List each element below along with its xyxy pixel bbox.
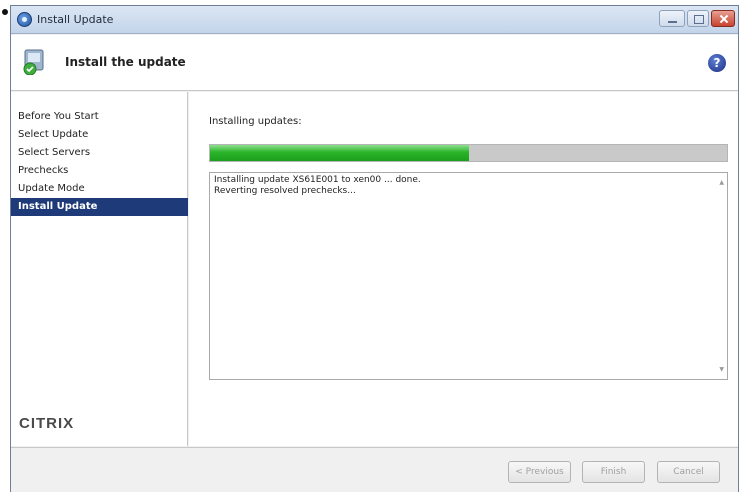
log-line: Installing update XS61E001 to xen00 ... … <box>214 175 421 185</box>
close-button[interactable] <box>711 10 735 27</box>
scroll-down-arrow-icon[interactable]: ▼ <box>719 364 724 375</box>
cancel-button[interactable]: Cancel <box>657 461 720 483</box>
install-update-window: Install Update Install the update ? Befo… <box>10 5 739 492</box>
install-panel: Installing updates: Installing update XS… <box>189 92 738 446</box>
bullet-marker <box>2 9 8 15</box>
window-title: Install Update <box>37 13 114 26</box>
sidebar-item-select-update[interactable]: Select Update <box>11 126 188 144</box>
help-icon[interactable]: ? <box>708 54 726 72</box>
sidebar-item-before-you-start[interactable]: Before You Start <box>11 108 188 126</box>
minimize-button[interactable] <box>659 10 685 27</box>
finish-button[interactable]: Finish <box>582 461 645 483</box>
wizard-sidebar: Before You Start Select Update Select Se… <box>11 92 188 446</box>
scroll-up-arrow-icon[interactable]: ▲ <box>719 177 724 188</box>
wizard-footer: < Previous Finish Cancel <box>11 447 738 492</box>
install-progress-bar <box>209 144 728 162</box>
progress-fill <box>210 145 469 161</box>
sidebar-item-update-mode[interactable]: Update Mode <box>11 180 188 198</box>
wizard-header: Install the update ? <box>11 35 738 91</box>
sidebar-item-prechecks[interactable]: Prechecks <box>11 162 188 180</box>
log-line: Reverting resolved prechecks... <box>214 186 356 196</box>
wizard-steps: Before You Start Select Update Select Se… <box>11 108 188 216</box>
status-label: Installing updates: <box>209 116 302 127</box>
title-bar: Install Update <box>11 6 738 34</box>
previous-button[interactable]: < Previous <box>508 461 571 483</box>
sidebar-item-select-servers[interactable]: Select Servers <box>11 144 188 162</box>
install-log-textarea[interactable]: Installing update XS61E001 to xen00 ... … <box>209 172 728 380</box>
app-icon <box>17 12 32 27</box>
page-title: Install the update <box>65 55 186 69</box>
sidebar-item-install-update[interactable]: Install Update <box>11 198 188 216</box>
maximize-button[interactable] <box>687 10 709 27</box>
install-update-icon <box>23 49 44 75</box>
citrix-logo: CITRIX <box>19 415 75 432</box>
